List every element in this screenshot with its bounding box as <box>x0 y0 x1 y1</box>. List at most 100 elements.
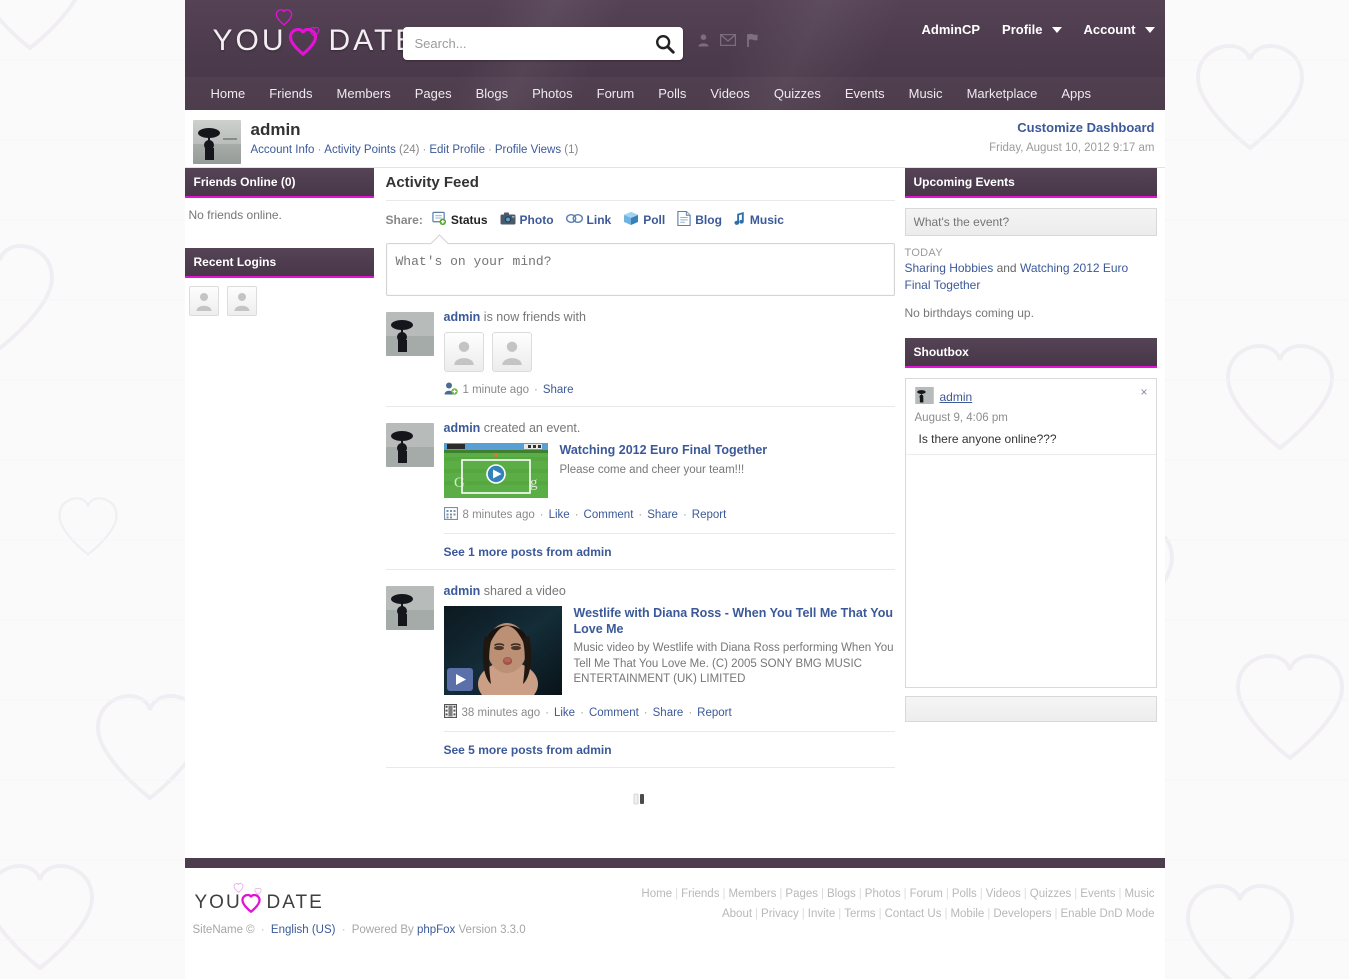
nav-item-blogs[interactable]: Blogs <box>464 77 521 110</box>
share-blog-button[interactable]: Blog <box>677 210 722 229</box>
account-menu[interactable]: Account <box>1084 22 1155 37</box>
footer-link-friends[interactable]: Friends <box>681 888 719 900</box>
post-share-link[interactable]: Share <box>653 707 684 719</box>
post-share-link[interactable]: Share <box>543 384 574 396</box>
footer-copyright: SiteName © · English (US) · Powered By p… <box>192 924 526 936</box>
footer-logo[interactable]: YOU DATE <box>195 882 325 918</box>
avatar-placeholder[interactable] <box>226 286 257 316</box>
shout-message: Is there anyone online??? <box>918 431 1057 446</box>
post-comment-link[interactable]: Comment <box>589 707 639 719</box>
shout-author-link[interactable]: admin <box>940 390 973 404</box>
nav-item-polls[interactable]: Polls <box>646 77 698 110</box>
post-report-link[interactable]: Report <box>692 509 727 521</box>
see-more-posts-link[interactable]: See 1 more posts from admin <box>444 545 612 559</box>
share-music-button[interactable]: Music <box>734 211 784 229</box>
nav-item-friends[interactable]: Friends <box>257 77 324 110</box>
nav-item-quizzes[interactable]: Quizzes <box>762 77 833 110</box>
event-title-link[interactable]: Watching 2012 Euro Final Together <box>560 443 768 459</box>
search-icon[interactable] <box>647 27 683 60</box>
video-title-link[interactable]: Westlife with Diana Ross - When You Tell… <box>574 606 895 637</box>
footer-link-contact-us[interactable]: Contact Us <box>885 908 942 920</box>
logo-word-you: YOU <box>212 24 287 57</box>
footer-link-polls[interactable]: Polls <box>952 888 977 900</box>
link-icon <box>565 213 583 227</box>
footer-link-quizzes[interactable]: Quizzes <box>1030 888 1072 900</box>
footer-link-home[interactable]: Home <box>641 888 672 900</box>
footer-link-about[interactable]: About <box>722 908 752 920</box>
footer-link-pages[interactable]: Pages <box>785 888 818 900</box>
search-box[interactable] <box>402 27 683 60</box>
nav-item-home[interactable]: Home <box>199 77 258 110</box>
post-like-link[interactable]: Like <box>549 509 570 521</box>
profile-link-profile-views[interactable]: Profile Views <box>495 144 561 156</box>
status-textarea[interactable] <box>386 244 894 292</box>
site-logo[interactable]: YOU DATE <box>213 6 423 68</box>
admincp-link[interactable]: AdminCP <box>922 22 981 37</box>
footer-link-invite[interactable]: Invite <box>808 908 836 920</box>
avatar-placeholder[interactable] <box>491 332 532 372</box>
flag-icon[interactable] <box>746 33 759 50</box>
post-meta: 38 minutes ago · Like · Comment · Share · Re… <box>443 703 895 721</box>
profile-link-activity-points[interactable]: Activity Points <box>324 144 396 156</box>
event-link-sharing-hobbies[interactable]: Sharing Hobbies <box>905 261 994 275</box>
nav-item-apps[interactable]: Apps <box>1049 77 1103 110</box>
video-thumbnail[interactable] <box>443 606 562 706</box>
shout-input[interactable] <box>904 695 1157 722</box>
nav-item-events[interactable]: Events <box>833 77 897 110</box>
footer-link-forum[interactable]: Forum <box>910 888 943 900</box>
footer-link-blogs[interactable]: Blogs <box>827 888 856 900</box>
avatar[interactable] <box>385 423 434 467</box>
nav-item-music[interactable]: Music <box>897 77 955 110</box>
footer-link-terms[interactable]: Terms <box>844 908 875 920</box>
footer-link-enable-dnd-mode[interactable]: Enable DnD Mode <box>1061 908 1155 920</box>
footer-link-videos[interactable]: Videos <box>986 888 1021 900</box>
nav-item-members[interactable]: Members <box>325 77 403 110</box>
customize-dashboard-link[interactable]: Customize Dashboard <box>1017 120 1154 135</box>
avatar[interactable] <box>385 586 434 630</box>
recent-logins-avatars <box>185 278 374 324</box>
close-icon[interactable]: × <box>1140 385 1147 399</box>
header-mini-icons <box>697 33 759 50</box>
content-columns: Friends Online (0) No friends online. Re… <box>184 168 1165 858</box>
share-status-button[interactable]: Status <box>432 211 488 229</box>
post-author-link[interactable]: admin <box>444 584 481 598</box>
share-link-button[interactable]: Link <box>565 213 611 227</box>
event-thumbnail[interactable]: G g <box>443 443 548 501</box>
post-like-link[interactable]: Like <box>554 707 575 719</box>
event-search-input[interactable] <box>904 208 1157 236</box>
search-input[interactable] <box>412 29 647 58</box>
nav-item-forum[interactable]: Forum <box>585 77 647 110</box>
mail-icon[interactable] <box>719 33 736 49</box>
avatar-placeholder[interactable] <box>443 332 484 372</box>
footer-link-developers[interactable]: Developers <box>993 908 1051 920</box>
user-icon[interactable] <box>697 33 710 50</box>
nav-item-marketplace[interactable]: Marketplace <box>955 77 1050 110</box>
profile-link-edit-profile[interactable]: Edit Profile <box>429 144 485 156</box>
avatar[interactable] <box>914 386 934 407</box>
footer-language-link[interactable]: English (US) <box>271 924 336 936</box>
footer-link-members[interactable]: Members <box>728 888 776 900</box>
see-more-posts-link[interactable]: See 5 more posts from admin <box>444 743 612 757</box>
nav-item-pages[interactable]: Pages <box>403 77 464 110</box>
share-photo-button[interactable]: Photo <box>500 212 554 228</box>
footer-link-privacy[interactable]: Privacy <box>761 908 799 920</box>
status-composer[interactable] <box>385 243 895 296</box>
post-report-link[interactable]: Report <box>697 707 732 719</box>
footer-link-events[interactable]: Events <box>1080 888 1115 900</box>
avatar[interactable] <box>385 312 434 356</box>
footer-link-photos[interactable]: Photos <box>865 888 901 900</box>
post-share-link[interactable]: Share <box>647 509 678 521</box>
post-author-link[interactable]: admin <box>444 310 481 324</box>
footer-link-music[interactable]: Music <box>1124 888 1154 900</box>
post-comment-link[interactable]: Comment <box>584 509 634 521</box>
share-poll-button[interactable]: Poll <box>623 211 665 229</box>
nav-item-videos[interactable]: Videos <box>698 77 762 110</box>
post-author-link[interactable]: admin <box>444 421 481 435</box>
profile-link-account-info[interactable]: Account Info <box>251 144 315 156</box>
footer-phpfox-link[interactable]: phpFox <box>417 924 455 936</box>
avatar-placeholder[interactable] <box>188 286 219 316</box>
profile-menu[interactable]: Profile <box>1002 22 1062 37</box>
footer-link-mobile[interactable]: Mobile <box>950 908 984 920</box>
nav-item-photos[interactable]: Photos <box>520 77 584 110</box>
avatar[interactable] <box>192 120 241 164</box>
